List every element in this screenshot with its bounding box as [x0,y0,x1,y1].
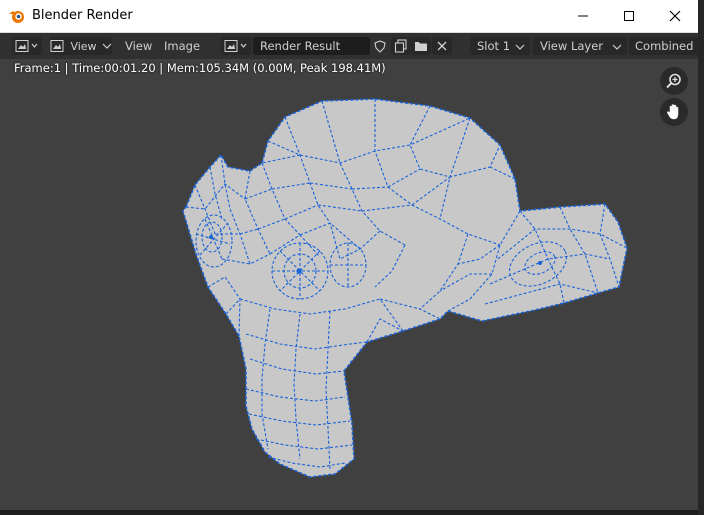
duplicate-icon [394,39,407,53]
image-editor-icon [15,40,38,52]
slot-label: Slot 1 [477,39,511,53]
maximize-icon [624,11,634,21]
close-icon [669,10,681,22]
blender-render-window: Blender Render View View Image Render Re… [0,0,698,515]
view-mode-label: View [70,39,97,53]
render-pass-dropdown[interactable]: Combined [629,37,698,55]
folder-icon [415,42,427,51]
render-result-image [182,98,628,478]
zoom-icon [666,73,681,89]
image-editor-header: View View Image Render Result Slot 1 Vie… [0,33,698,59]
open-image-button[interactable] [411,37,431,55]
image-view-icon [50,40,64,52]
view-layer-dropdown[interactable]: View Layer [533,37,627,55]
fake-user-button[interactable] [371,37,389,55]
render-stats: Frame:1 | Time:00:01.20 | Mem:105.34M (0… [14,61,386,75]
image-browse-icon [224,40,247,52]
shield-icon [374,39,386,53]
view-layer-label: View Layer [540,39,604,53]
menu-view[interactable]: View [125,38,152,54]
new-image-button[interactable] [391,37,411,55]
suzanne-mesh-render [182,98,628,478]
menu-image[interactable]: Image [164,38,200,54]
image-viewport[interactable]: Frame:1 | Time:00:01.20 | Mem:105.34M (0… [0,59,698,510]
maximize-button[interactable] [606,0,652,32]
background-blender-ui-edge [698,0,704,515]
pan-hand-icon [667,104,679,120]
minimize-icon [578,15,588,17]
pan-button[interactable] [660,98,688,126]
minimize-button[interactable] [560,0,606,32]
chevron-down-icon [102,43,111,49]
bottom-border [0,510,698,515]
blender-logo-icon [9,11,24,23]
zoom-button[interactable] [660,67,688,95]
unlink-image-button[interactable] [432,37,452,55]
chevron-down-icon [515,44,525,50]
title-bar: Blender Render [0,0,698,33]
close-icon [437,41,447,51]
browse-image-button[interactable] [221,37,251,55]
view-mode-dropdown[interactable]: View [50,37,112,55]
chevron-down-icon [612,44,622,50]
image-name-field[interactable]: Render Result [253,37,370,55]
close-button[interactable] [652,0,698,32]
image-name-value: Render Result [260,39,341,53]
editor-type-button[interactable] [12,37,42,55]
window-title: Blender Render [32,8,133,23]
render-pass-label: Combined [635,39,694,53]
slot-dropdown[interactable]: Slot 1 [470,37,530,55]
